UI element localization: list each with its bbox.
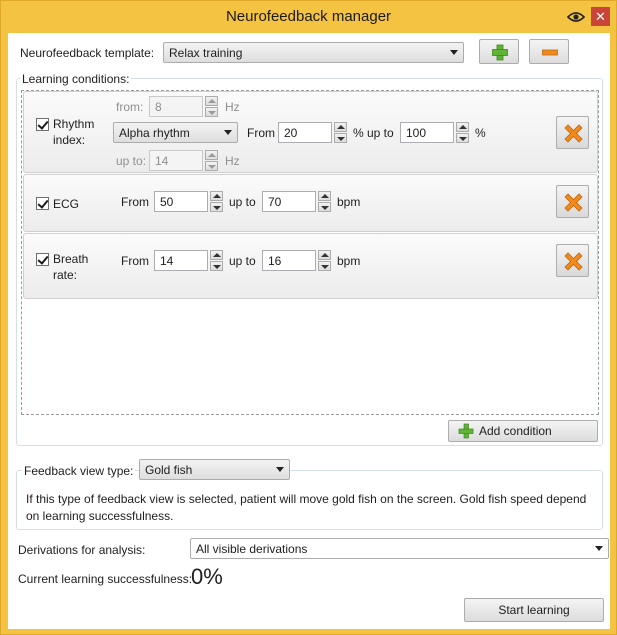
ecg-to-stepper[interactable]: 70 xyxy=(262,191,331,212)
stepper-up-icon[interactable] xyxy=(318,191,331,201)
rhythm-upto-hz-label: up to: xyxy=(116,154,147,168)
breath-to-value: 16 xyxy=(268,254,282,268)
rhythm-label-line1: Rhythm xyxy=(53,117,95,131)
plus-icon xyxy=(458,423,474,439)
breath-to-stepper[interactable]: 16 xyxy=(262,250,331,271)
add-template-button[interactable] xyxy=(479,39,519,64)
stepper-down-icon xyxy=(205,107,218,117)
feedback-view-value: Gold fish xyxy=(145,463,193,477)
stepper-up-icon[interactable] xyxy=(210,250,223,260)
ecg-from-stepper[interactable]: 50 xyxy=(154,191,223,212)
rhythm-from-hz-value: 8 xyxy=(155,100,162,114)
rhythm-range-from-label: From xyxy=(247,126,275,140)
condition-row-ecg: ECG From 50 up to 70 bpm xyxy=(23,174,598,232)
breath-checkbox[interactable] xyxy=(36,253,49,266)
ecg-upto-label: up to xyxy=(229,195,256,209)
rhythm-range-from-stepper[interactable]: 20 xyxy=(278,122,347,143)
ecg-from-value: 50 xyxy=(160,195,174,209)
plus-icon xyxy=(492,44,508,61)
stepper-up-icon xyxy=(205,96,218,106)
rhythm-from-hz-label: from: xyxy=(116,100,144,114)
chevron-down-icon xyxy=(276,467,284,472)
remove-breath-condition-button[interactable] xyxy=(556,244,589,277)
close-icon xyxy=(564,252,583,271)
rhythm-range-unit: % xyxy=(475,126,486,140)
breath-from-value: 14 xyxy=(160,254,174,268)
template-select[interactable]: Relax training xyxy=(163,42,464,63)
rhythm-type-select[interactable]: Alpha rhythm xyxy=(113,122,238,143)
stepper-up-icon[interactable] xyxy=(318,250,331,260)
remove-ecg-condition-button[interactable] xyxy=(556,185,589,218)
derivations-label: Derivations for analysis: xyxy=(18,543,146,557)
breath-from-stepper[interactable]: 14 xyxy=(154,250,223,271)
ecg-checkbox[interactable] xyxy=(36,197,49,210)
eye-icon[interactable] xyxy=(566,10,586,24)
rhythm-upto-hz-unit: Hz xyxy=(225,154,240,168)
breath-label-line2: rate: xyxy=(53,268,78,282)
rhythm-range-to-stepper[interactable]: 100 xyxy=(400,122,469,143)
client-area: Neurofeedback template: Relax training L… xyxy=(8,33,610,629)
derivations-value: All visible derivations xyxy=(196,542,308,556)
feedback-view-select[interactable]: Gold fish xyxy=(139,459,290,480)
title-bar[interactable]: Neurofeedback manager ✕ xyxy=(1,1,616,33)
stepper-up-icon[interactable] xyxy=(210,191,223,201)
ecg-label: ECG xyxy=(53,197,80,211)
remove-template-button[interactable] xyxy=(529,39,569,64)
stepper-up-icon xyxy=(205,150,218,160)
chevron-down-icon xyxy=(595,546,603,551)
remove-rhythm-condition-button[interactable] xyxy=(556,116,589,149)
chevron-down-icon xyxy=(224,130,232,135)
rhythm-range-mid-label: % up to xyxy=(353,126,394,140)
add-condition-button[interactable]: Add condition xyxy=(448,420,598,442)
chevron-down-icon xyxy=(450,50,458,55)
stepper-down-icon[interactable] xyxy=(456,133,469,143)
ecg-unit: bpm xyxy=(337,195,361,209)
rhythm-checkbox[interactable] xyxy=(36,118,49,131)
rhythm-label-line2: index: xyxy=(53,133,86,147)
condition-row-rhythm: Rhythm index: from: 8 Hz Alpha rhythm Fr… xyxy=(23,91,598,173)
ecg-from-label: From xyxy=(121,195,149,209)
feedback-view-label: Feedback view type: xyxy=(22,464,136,478)
breath-label-line1: Breath xyxy=(53,252,89,266)
rhythm-upto-hz-value: 14 xyxy=(155,154,169,168)
stepper-down-icon[interactable] xyxy=(318,261,331,271)
main-window: Neurofeedback manager ✕ Neurofeedback te… xyxy=(0,0,617,635)
rhythm-from-hz-unit: Hz xyxy=(225,100,240,114)
stepper-down-icon xyxy=(205,161,218,171)
learning-conditions-label: Learning conditions: xyxy=(20,72,132,86)
success-label: Current learning successfulness: xyxy=(18,572,193,586)
window-title: Neurofeedback manager xyxy=(225,8,392,25)
success-value: 0% xyxy=(191,564,223,589)
template-select-value: Relax training xyxy=(169,46,243,60)
add-condition-label: Add condition xyxy=(479,424,552,438)
stepper-down-icon[interactable] xyxy=(210,261,223,271)
condition-row-breath: Breath rate: From 14 up to 16 bpm xyxy=(23,233,598,299)
rhythm-upto-hz-stepper: 14 xyxy=(149,150,218,171)
derivations-select[interactable]: All visible derivations xyxy=(190,538,609,559)
rhythm-from-hz-stepper: 8 xyxy=(149,96,218,117)
stepper-down-icon[interactable] xyxy=(210,202,223,212)
stepper-up-icon[interactable] xyxy=(456,122,469,132)
breath-upto-label: up to xyxy=(229,254,256,268)
rhythm-range-from-value: 20 xyxy=(284,126,298,140)
start-learning-label: Start learning xyxy=(498,603,570,617)
start-learning-button[interactable]: Start learning xyxy=(464,598,604,622)
minus-icon xyxy=(542,49,558,56)
close-icon xyxy=(564,124,583,143)
breath-from-label: From xyxy=(121,254,149,268)
stepper-up-icon[interactable] xyxy=(334,122,347,132)
close-button[interactable]: ✕ xyxy=(591,7,610,26)
template-label: Neurofeedback template: xyxy=(20,46,155,60)
breath-unit: bpm xyxy=(337,254,361,268)
rhythm-type-value: Alpha rhythm xyxy=(119,126,190,140)
stepper-down-icon[interactable] xyxy=(334,133,347,143)
close-icon xyxy=(564,193,583,212)
feedback-description: If this type of feedback view is selecte… xyxy=(26,492,587,523)
rhythm-range-to-value: 100 xyxy=(406,126,427,140)
stepper-down-icon[interactable] xyxy=(318,202,331,212)
ecg-to-value: 70 xyxy=(268,195,282,209)
